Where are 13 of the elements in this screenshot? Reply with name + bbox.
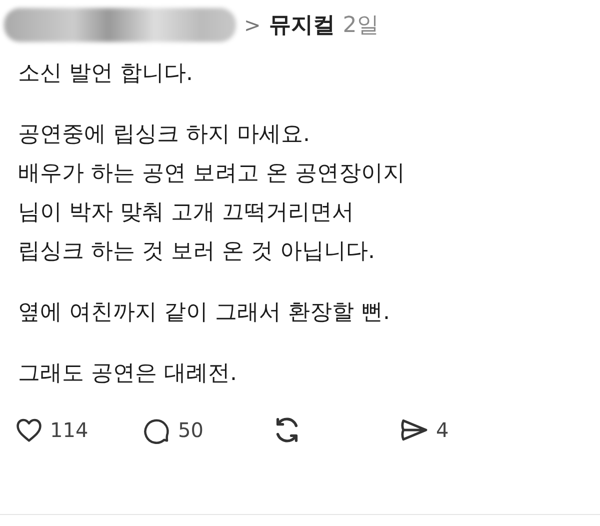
post-text: 그래도 공연은 대례전. [18,360,238,388]
post-text: 공연중에 립싱크 하지 마세요. [18,121,311,149]
like-count: 114 [50,418,88,442]
post-text: 님이 박자 맞춰 고개 끄떡거리면서 [18,199,355,227]
reply-count: 50 [178,418,204,442]
post-text: 립싱크 하는 것 보러 온 것 아닙니다. [18,238,376,266]
post-text: 옆에 여친까지 같이 그래서 환장할 뻔. [18,299,391,327]
topic-link[interactable]: 뮤지컬 [268,10,335,40]
post-time: 2일 [342,12,379,40]
post-text: 배우가 하는 공연 보려고 온 공연장이지 [18,160,406,188]
share-count: 4 [436,418,449,442]
chevron-separator: > [244,13,261,37]
post-text: 소신 발언 합니다. [18,60,194,88]
